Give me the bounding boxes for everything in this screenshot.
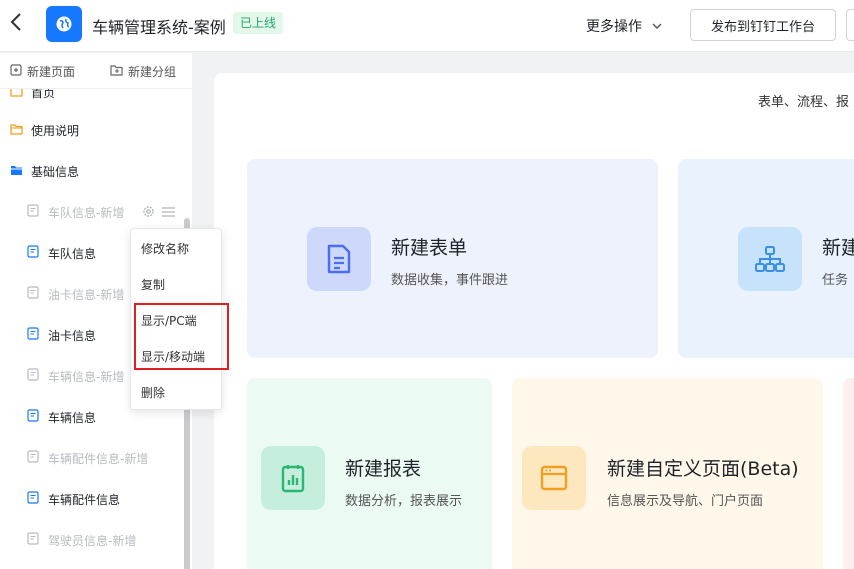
- status-badge: 已上线: [233, 12, 284, 34]
- form-icon: [27, 204, 48, 220]
- org-chart-icon: [738, 227, 802, 291]
- chart-icon: [261, 446, 325, 510]
- globe-icon[interactable]: [46, 6, 82, 42]
- card-title: 新建报表: [345, 458, 422, 480]
- browser-window-icon: [522, 446, 586, 510]
- card-new-report[interactable]: 新建报表 数据分析，报表展示: [247, 378, 492, 569]
- card-subtitle: 信息展示及导航、门户页面: [607, 494, 764, 509]
- card-title: 新建: [822, 237, 854, 259]
- card-subtitle: 任务: [822, 273, 849, 288]
- sidebar-item-vehicle[interactable]: 车辆信息: [27, 404, 96, 430]
- sidebar-item-label: 车辆信息: [48, 410, 97, 425]
- more-operations-dropdown[interactable]: 更多操作: [586, 16, 662, 36]
- new-page-button[interactable]: 新建页面: [10, 63, 75, 80]
- sidebar-item-fleet-add[interactable]: 车队信息-新增: [27, 199, 124, 225]
- menu-item-copy[interactable]: 复制: [141, 276, 165, 293]
- card-new-flow[interactable]: 新建 任务: [678, 159, 854, 358]
- sidebar-item-vehicle-add[interactable]: 车辆信息-新增: [27, 363, 124, 389]
- sidebar-item-label: 车队信息-新增: [48, 205, 125, 220]
- hint-text: 表单、流程、报: [758, 95, 850, 110]
- new-group-label: 新建分组: [128, 65, 177, 79]
- sidebar-item-basic-info[interactable]: 基础信息: [10, 158, 79, 184]
- form-icon: [27, 532, 48, 548]
- card-title: 新建表单: [391, 237, 468, 259]
- form-icon: [27, 327, 48, 343]
- folder-open-icon: [10, 164, 31, 179]
- sidebar-item-label: 使用说明: [31, 123, 80, 138]
- card-title: 新建自定义页面(Beta): [607, 458, 799, 480]
- card-subtitle: 数据收集，事件跟进: [391, 273, 509, 288]
- sidebar-item-label: 油卡信息-新增: [48, 287, 125, 302]
- form-icon: [27, 450, 48, 466]
- menu-lines-icon[interactable]: [161, 203, 176, 222]
- sidebar-item-label: 基础信息: [31, 164, 80, 179]
- menu-item-delete[interactable]: 删除: [141, 384, 165, 401]
- new-folder-icon: [110, 64, 128, 79]
- sidebar-item-label: 车辆信息-新增: [48, 369, 125, 384]
- publish-to-dingtalk-button[interactable]: 发布到钉钉工作台: [690, 9, 836, 41]
- sidebar-item-fleet[interactable]: 车队信息: [27, 240, 96, 266]
- chevron-down-icon: [652, 21, 662, 32]
- document-icon: [307, 227, 371, 291]
- form-icon: [27, 368, 48, 384]
- card-new-custom-page[interactable]: 新建自定义页面(Beta) 信息展示及导航、门户页面: [512, 378, 823, 569]
- sidebar-item-driver-add[interactable]: 驾驶员信息-新增: [27, 527, 136, 553]
- sidebar-item-usage-guide[interactable]: 使用说明: [10, 117, 79, 143]
- sidebar-item-label: 车辆配件信息-新增: [48, 451, 149, 466]
- sidebar-item-fuel-card[interactable]: 油卡信息: [27, 322, 96, 348]
- sidebar-item-label: 车辆配件信息: [48, 492, 121, 507]
- more-operations-label: 更多操作: [586, 19, 642, 35]
- menu-item-rename[interactable]: 修改名称: [141, 240, 189, 257]
- sidebar-item-label: 油卡信息: [48, 328, 97, 343]
- form-icon: [27, 491, 48, 507]
- sidebar-item-label: 车队信息: [48, 246, 97, 261]
- new-page-label: 新建页面: [27, 65, 76, 79]
- overflow-button[interactable]: [846, 9, 854, 41]
- top-header: 车辆管理系统-案例 已上线 更多操作 发布到钉钉工作台: [0, 0, 854, 52]
- chevron-left-icon[interactable]: [6, 12, 26, 36]
- sidebar-item-label: 驾驶员信息-新增: [48, 533, 137, 548]
- sidebar-item-fuel-card-add[interactable]: 油卡信息-新增: [27, 281, 124, 307]
- form-icon: [27, 286, 48, 302]
- sidebar-item-vehicle-parts-add[interactable]: 车辆配件信息-新增: [27, 445, 148, 471]
- sidebar-item-vehicle-parts[interactable]: 车辆配件信息: [27, 486, 120, 512]
- highlight-box: [134, 303, 229, 370]
- folder-icon: [10, 123, 31, 138]
- new-group-button[interactable]: 新建分组: [110, 63, 176, 80]
- card-partial[interactable]: [843, 378, 854, 569]
- form-icon: [27, 245, 48, 261]
- new-page-icon: [10, 64, 27, 79]
- form-icon: [27, 409, 48, 425]
- app-title: 车辆管理系统-案例: [92, 18, 226, 37]
- row-actions: [142, 203, 176, 222]
- card-subtitle: 数据分析，报表展示: [345, 494, 463, 509]
- sidebar-toolbar: 新建页面 新建分组: [0, 53, 192, 89]
- card-new-form[interactable]: 新建表单 数据收集，事件跟进: [247, 159, 658, 358]
- gear-icon[interactable]: [142, 203, 155, 222]
